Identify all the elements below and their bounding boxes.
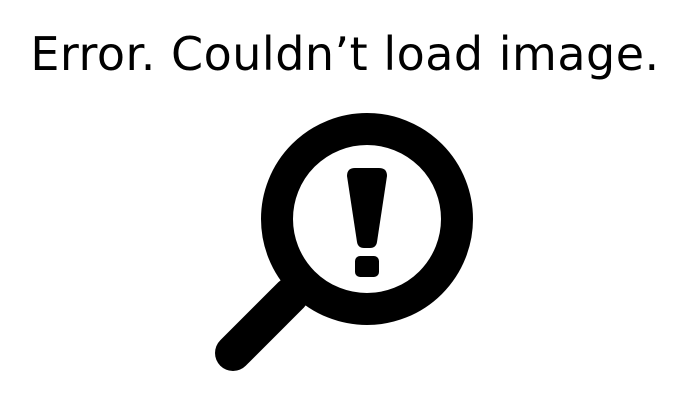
exclamation-dot — [355, 256, 379, 277]
error-message: Error. Couldn’t load image. — [30, 27, 660, 81]
error-page: Error. Couldn’t load image. — [0, 0, 690, 402]
magnifier-exclamation-icon — [215, 113, 473, 371]
magnifier-handle — [215, 277, 309, 371]
